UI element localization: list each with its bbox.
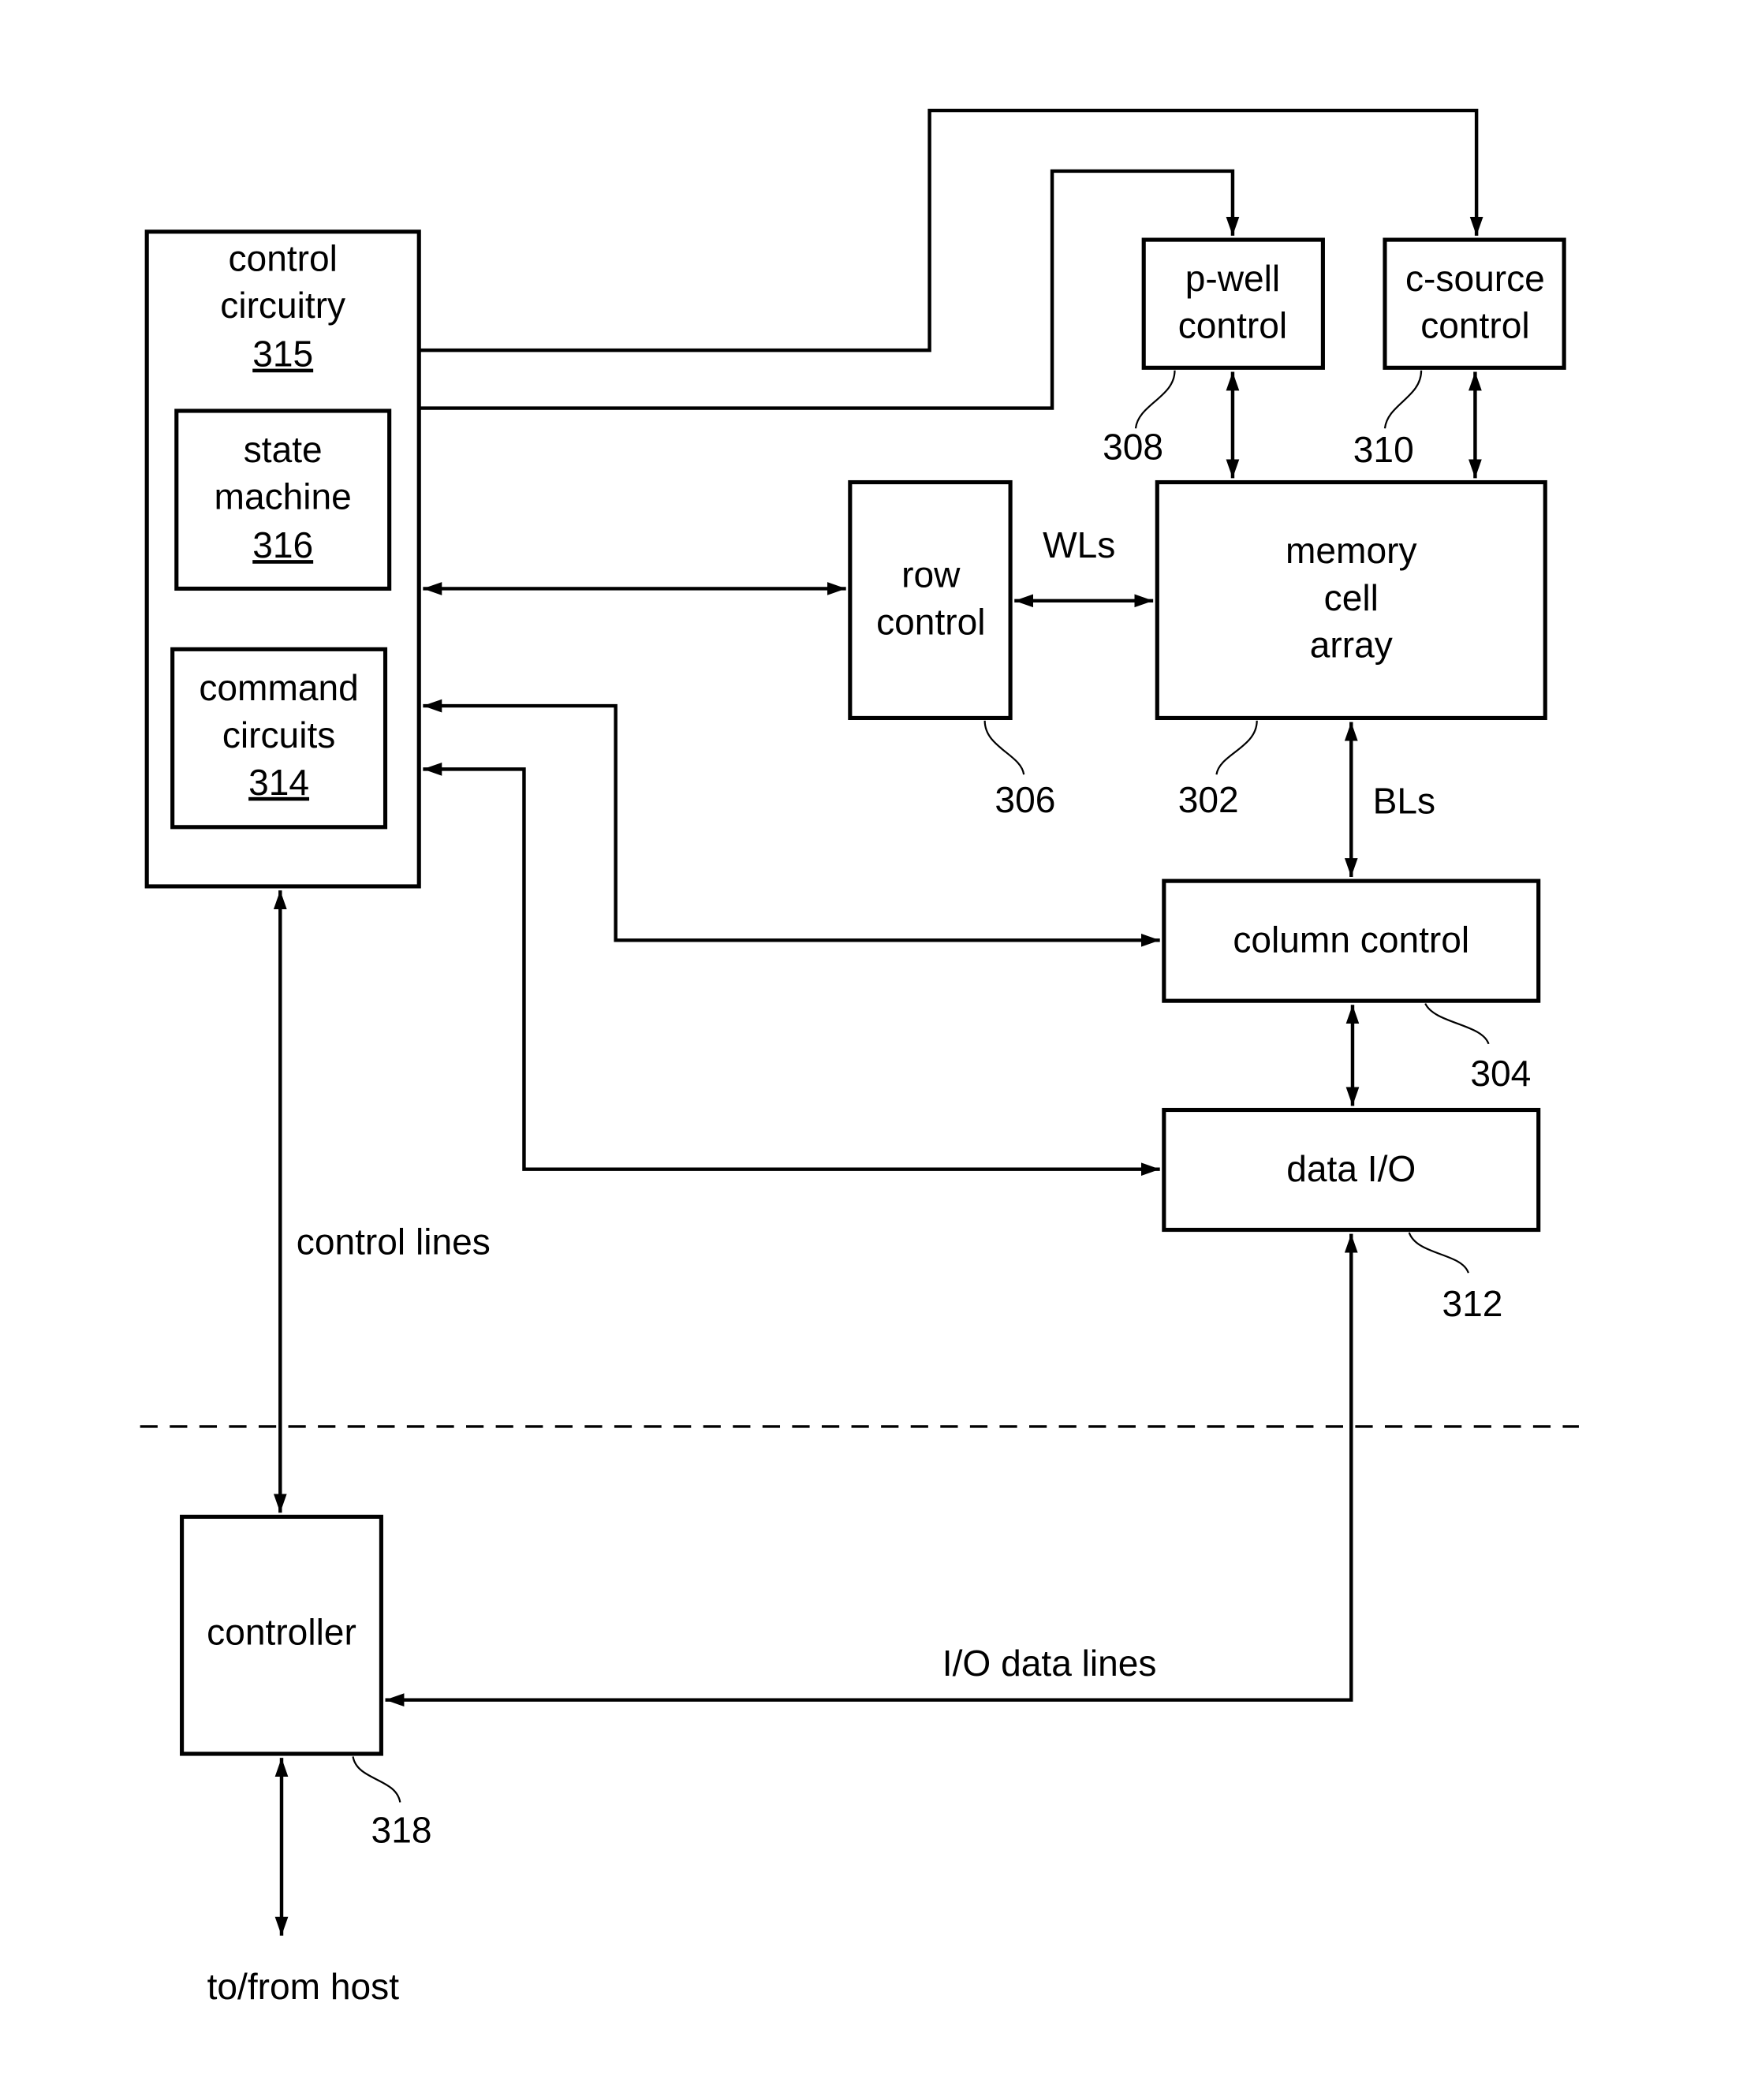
control-circuitry-label-2: circuitry [220,285,345,326]
control-circuitry-label-1: control [229,237,338,278]
state-machine-label-1: state [244,429,323,470]
control-lines-label: control lines [297,1221,491,1262]
leader-310 [1383,370,1423,429]
memory-cell-array-block: memory cell array [1155,479,1547,721]
c-source-control-block: c-source control [1383,237,1566,370]
c-source-label-2: control [1420,305,1529,346]
leader-304 [1424,1003,1490,1045]
control-circuitry-ref: 315 [252,334,313,375]
memory-label-2: cell [1324,577,1379,618]
memory-system-block-diagram: control circuitry 315 state machine 316 … [140,108,1579,2007]
memory-label-1: memory [1286,530,1417,571]
leader-318 [352,1756,401,1803]
column-control-label: column control [1233,919,1469,960]
ref-310: 310 [1353,429,1414,470]
controller-label: controller [207,1612,356,1653]
row-control-label-1: row [901,554,961,595]
command-circuits-label-1: command [199,667,358,708]
wire-command-column [423,699,1160,947]
column-control-block: column control [1162,878,1541,1003]
ref-302: 302 [1178,779,1239,820]
state-machine-label-2: machine [215,476,352,517]
ref-306: 306 [995,779,1055,820]
p-well-label-2: control [1178,305,1287,346]
leader-312 [1408,1232,1469,1274]
p-well-control-block: p-well control [1141,237,1325,370]
controller-block: controller [180,1514,383,1756]
leader-302 [1215,720,1258,775]
ref-312: 312 [1442,1283,1503,1324]
command-circuits-block: command circuits 314 [170,647,388,830]
wls-label: WLs [1043,524,1115,565]
row-control-block: row control [848,479,1013,721]
io-data-lines-label: I/O data lines [942,1643,1157,1684]
wire-io-data-lines [385,1233,1358,1707]
leader-306 [983,720,1025,775]
row-control-label-2: control [876,602,985,643]
wire-to-p-well [419,169,1240,410]
host-label: to/from host [207,1966,400,2007]
ref-318: 318 [371,1810,432,1851]
memory-label-3: array [1310,625,1393,666]
data-io-block: data I/O [1162,1107,1541,1233]
ref-308: 308 [1103,426,1163,467]
data-io-label: data I/O [1286,1148,1416,1189]
command-circuits-label-2: circuits [222,714,335,755]
state-machine-block: state machine 316 [174,408,392,591]
wire-command-data-io [423,762,1160,1177]
bls-label: BLs [1373,781,1435,822]
command-circuits-ref: 314 [248,762,309,803]
c-source-label-1: c-source [1405,258,1545,299]
leader-308 [1134,370,1176,429]
ref-304: 304 [1470,1053,1531,1094]
p-well-label-1: p-well [1185,258,1280,299]
state-machine-ref: 316 [252,524,313,565]
